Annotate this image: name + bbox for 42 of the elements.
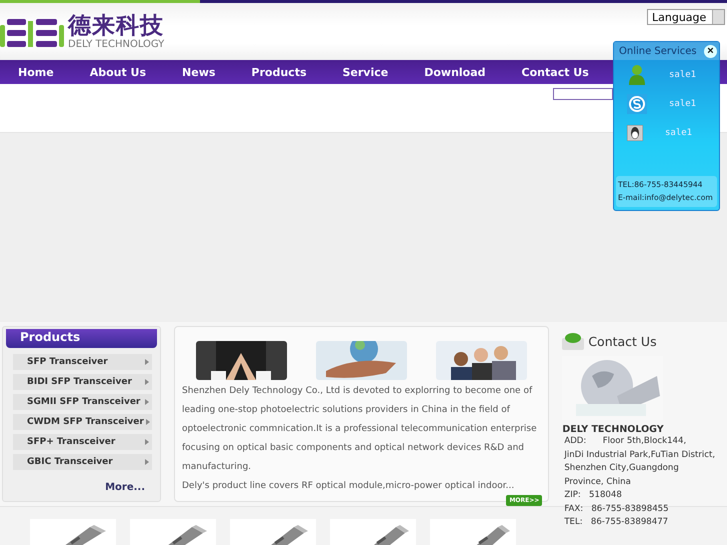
contact-line: Province, China [563, 476, 632, 488]
panel-title: Online Services [619, 46, 697, 56]
chevron-icon [145, 379, 149, 385]
logo-text: 德来科技 [68, 12, 164, 38]
section-title: Products [6, 329, 157, 348]
chevron-icon [145, 439, 149, 445]
more-link[interactable]: More... [105, 482, 145, 493]
company-name: DELY TECHNOLOGY [562, 424, 665, 435]
contact-line: TEL: 86-755-83898477 [563, 516, 670, 529]
contact-line: ZIP: 518048 [563, 489, 623, 502]
envelope-icon [562, 332, 584, 350]
skype-icon [627, 94, 647, 114]
search-field[interactable] [553, 88, 613, 100]
chevron-icon [146, 419, 150, 425]
category-item[interactable]: CWDM SFP Transceiver [13, 414, 152, 430]
logo-subtitle: DELY TECHNOLOGY [68, 38, 164, 50]
category-item[interactable]: SFP+ Transceiver [13, 434, 152, 450]
penguin-icon [627, 124, 643, 140]
category-item[interactable]: SFP Transceiver [13, 354, 152, 370]
nav-link[interactable]: Products [233, 66, 306, 78]
category-item[interactable]: BIDI SFP Transceiver [13, 374, 152, 390]
category-item[interactable]: GBIC Transceiver [13, 454, 152, 470]
contact-line: FAX: 86-755-83898455 [563, 502, 670, 516]
language-select[interactable]: Language [647, 9, 725, 25]
nav-link[interactable]: Home [0, 66, 54, 78]
close-button[interactable]: × [704, 44, 717, 58]
nav-link[interactable]: Contact Us [504, 66, 589, 78]
contact-line: ADD: Floor 5th,Block144, [563, 435, 688, 448]
chevron-icon [145, 359, 149, 365]
nav-link[interactable]: About Us [72, 66, 146, 78]
person-icon [627, 64, 647, 86]
summary-text: Dely's product line covers RF optical module,micro-power optical indoor... [182, 480, 516, 493]
category-item[interactable]: SGMII SFP Transceiver [13, 394, 152, 410]
nav-link[interactable]: News [164, 66, 216, 78]
chevron-icon [145, 459, 149, 465]
contact-line: JinDi Industrial Park,FuTian District, [563, 448, 716, 462]
contact-line: Shenzhen City,Guangdong [563, 462, 680, 475]
section-title: Contact Us [588, 334, 657, 348]
nav-link[interactable]: Download [406, 66, 486, 78]
about-text: Shenzhen Dely Technology Co., Ltd is devoted to explorring to become one of leading one-stop photoelectric solutions providers in China in the field of optoelectronic commnication.It is a professional telecommunication enterprise focusing on optical basic components and optical network devices R&D and manufacturing. [182, 385, 538, 474]
nav-link[interactable]: Service [324, 66, 388, 78]
chevron-icon [145, 399, 149, 405]
